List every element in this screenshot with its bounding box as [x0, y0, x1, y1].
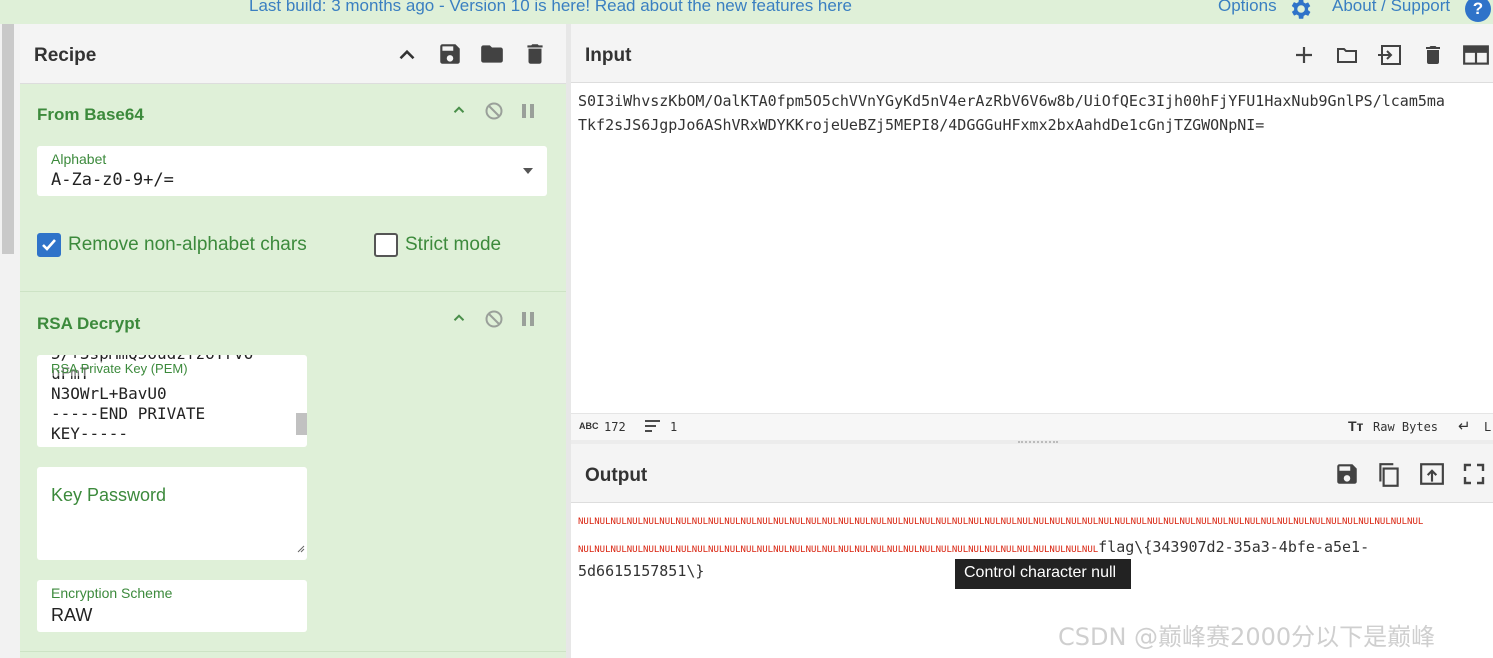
save-icon[interactable]	[437, 41, 463, 67]
flag-text: 5d6615157851\}	[578, 562, 705, 580]
alphabet-select[interactable]: Alphabet A-Za-z0-9+/=	[37, 146, 547, 196]
chevron-up-icon[interactable]	[450, 101, 468, 124]
recipe-header: Recipe	[20, 24, 566, 84]
options-link[interactable]: Options	[1218, 0, 1277, 16]
character-count-icon: ABC	[579, 421, 599, 431]
trash-icon[interactable]	[522, 41, 548, 67]
input-title: Input	[585, 45, 632, 66]
encryption-scheme-label: Encryption Scheme	[51, 585, 173, 601]
maximize-icon[interactable]	[1463, 463, 1489, 489]
add-icon[interactable]	[1292, 43, 1318, 69]
input-status-bar: ABC 172 1 Tт Raw Bytes ↵ L	[571, 413, 1493, 440]
pause-icon[interactable]	[520, 310, 536, 333]
replace-input-icon[interactable]	[1419, 462, 1445, 488]
input-header: Input	[571, 24, 1493, 83]
encryption-scheme-select[interactable]: Encryption Scheme RAW	[37, 580, 307, 632]
about-support-link[interactable]: About / Support	[1332, 0, 1450, 16]
watermark: CSDN @巅峰赛2000分以下是巅峰	[1058, 623, 1436, 651]
recipe-panel: Recipe From Base64 Alphabet A-Za-z0-9+/=	[20, 24, 566, 658]
checkbox-empty-icon	[374, 233, 398, 257]
disable-icon[interactable]	[484, 101, 504, 126]
input-line: S0I3iWhvszKbOM/OalKTA0fpm5O5chVVnYGyKd5n…	[578, 92, 1445, 110]
input-line: Tkf2sJS6JgpJo6AShVRxWDYKKrojeUeBZj5MEPI8…	[578, 116, 1265, 134]
save-icon[interactable]	[1334, 461, 1360, 487]
build-notice-link[interactable]: Last build: 3 months ago - Version 10 is…	[249, 0, 852, 16]
caret-down-icon	[523, 163, 533, 181]
folder-icon[interactable]	[478, 41, 504, 67]
line-count: 1	[670, 420, 678, 434]
strict-mode-checkbox[interactable]: Strict mode	[374, 233, 501, 257]
alphabet-label: Alphabet	[51, 151, 107, 167]
disable-icon[interactable]	[484, 309, 504, 334]
output-title: Output	[585, 465, 648, 486]
input-textarea[interactable]: S0I3iWhvszKbOM/OalKTA0fpm5O5chVVnYGyKd5n…	[571, 83, 1493, 413]
raw-bytes-toggle[interactable]: Raw Bytes	[1373, 420, 1438, 434]
operations-strip	[0, 24, 20, 658]
remove-non-alphabet-checkbox[interactable]: Remove non-alphabet chars	[37, 233, 307, 257]
private-key-line: N3OWrL+BavU0	[51, 384, 167, 403]
output-line: NULNULNULNULNULNULNULNULNULNULNULNULNULN…	[578, 538, 1369, 557]
recipe-title: Recipe	[34, 45, 97, 66]
eol-icon[interactable]: ↵	[1458, 417, 1471, 435]
scrollbar[interactable]	[2, 24, 14, 254]
scrollbar[interactable]	[296, 413, 307, 435]
operation-title: From Base64	[37, 105, 144, 124]
output-header: Output	[571, 444, 1493, 503]
key-password-label: Key Password	[51, 485, 167, 505]
null-characters-line: NULNULNULNULNULNULNULNULNULNULNULNULNULN…	[578, 545, 1099, 555]
remove-non-alphabet-label: Remove non-alphabet chars	[68, 234, 307, 256]
top-banner: Last build: 3 months ago - Version 10 is…	[0, 0, 1493, 24]
copy-icon[interactable]	[1376, 461, 1402, 487]
alphabet-value: A-Za-z0-9+/=	[51, 170, 174, 190]
null-characters-line: NULNULNULNULNULNULNULNULNULNULNULNULNULN…	[578, 517, 1424, 527]
private-key-textarea[interactable]: 5/+3spMmQ5oudzfzoTrv6 uFmT N3OWrL+BavU0 …	[37, 355, 307, 447]
pause-icon[interactable]	[520, 102, 536, 125]
gear-icon[interactable]	[1287, 0, 1313, 22]
key-password-field[interactable]: Key Password	[37, 467, 307, 560]
strict-mode-label: Strict mode	[405, 234, 502, 256]
operation-divider	[20, 291, 566, 292]
open-folder-icon[interactable]	[1333, 43, 1359, 69]
import-icon[interactable]	[1375, 43, 1401, 69]
checkbox-checked-icon	[37, 233, 61, 257]
operation-divider	[20, 651, 566, 652]
tooltip: Control character null	[955, 559, 1131, 589]
grip-icon	[1018, 441, 1058, 443]
layout-icon[interactable]	[1462, 43, 1489, 69]
private-key-line: KEY-----	[51, 424, 129, 443]
operation-title: RSA Decrypt	[37, 314, 141, 333]
flag-text: flag\{343907d2-35a3-4bfe-a5e1-	[1098, 538, 1370, 556]
eol-label[interactable]: L	[1484, 420, 1491, 434]
chevron-up-icon[interactable]	[450, 309, 468, 332]
help-icon[interactable]: ?	[1465, 0, 1491, 22]
private-key-line: -----END PRIVATE	[51, 404, 206, 423]
line-count-icon	[645, 420, 661, 435]
chevron-up-icon[interactable]	[394, 42, 420, 68]
resize-handle-icon[interactable]	[297, 540, 305, 558]
character-count: 172	[604, 420, 626, 434]
text-format-icon[interactable]: Tт	[1348, 418, 1363, 434]
trash-icon[interactable]	[1421, 42, 1447, 68]
encryption-scheme-value: RAW	[51, 605, 93, 625]
private-key-label: RSA Private Key (PEM)	[51, 361, 188, 376]
